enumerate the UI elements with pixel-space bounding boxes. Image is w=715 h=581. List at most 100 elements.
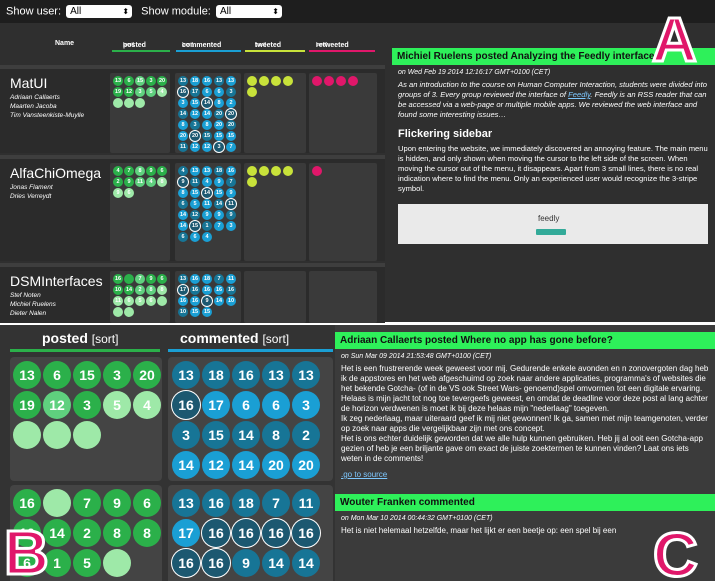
retweeted-dot[interactable] (336, 76, 346, 86)
zoom-commented-dot[interactable]: 9 (232, 549, 260, 577)
commented-dot[interactable]: 11 (226, 199, 236, 209)
tweeted-dot[interactable] (283, 76, 293, 86)
commented-dot[interactable]: 20 (214, 109, 224, 119)
commented-dot[interactable]: 16 (226, 166, 236, 176)
commented-dot[interactable]: 18 (214, 166, 224, 176)
zoom-posted-dot[interactable]: 9 (103, 489, 131, 517)
commented-dot[interactable]: 13 (190, 166, 200, 176)
commented-dot[interactable]: 4 (202, 177, 212, 187)
tweeted-dot[interactable] (283, 166, 293, 176)
tweeted-dot[interactable] (247, 177, 257, 187)
commented-dot[interactable]: 15 (190, 221, 200, 231)
commented-dot[interactable]: 16 (190, 285, 200, 295)
commented-dot[interactable]: 12 (190, 109, 200, 119)
commented-dot[interactable]: 15 (202, 307, 212, 317)
zoom-commented-dot[interactable]: 16 (232, 519, 260, 547)
commented-dot[interactable]: 16 (214, 285, 224, 295)
posted-dot[interactable]: 12 (124, 87, 134, 97)
commented-dot[interactable]: 18 (190, 76, 200, 86)
commented-dot[interactable]: 13 (214, 76, 224, 86)
zoom-posted-dot[interactable]: 3 (73, 391, 101, 419)
posted-dot[interactable] (113, 307, 123, 317)
posted-dot[interactable]: 11 (135, 177, 145, 187)
tweeted-dot[interactable] (259, 76, 269, 86)
zoom-posted-dot[interactable]: 15 (73, 361, 101, 389)
commented-dot[interactable]: 6 (214, 87, 224, 97)
zoom-posted-dot[interactable] (73, 421, 101, 449)
commented-dot[interactable]: 14 (202, 109, 212, 119)
commented-dot[interactable]: 8 (178, 188, 188, 198)
commented-dot[interactable]: 7 (226, 177, 236, 187)
posted-dot[interactable] (124, 98, 134, 108)
commented-dot[interactable]: 10 (226, 296, 236, 306)
posted-dot[interactable]: 4 (157, 87, 167, 97)
zoom-commented-dot[interactable]: 7 (262, 489, 290, 517)
zoom-posted-dot[interactable] (103, 549, 131, 577)
commented-dot[interactable]: 15 (214, 188, 224, 198)
tweeted-dot[interactable] (259, 166, 269, 176)
commented-dot[interactable]: 17 (178, 285, 188, 295)
post-c-title[interactable]: Adriaan Callaerts posted Where no app ha… (335, 332, 715, 349)
commented-dot[interactable]: 16 (178, 87, 188, 97)
sort-posted[interactable]: [sort] (123, 42, 134, 48)
member-name[interactable]: Jonas Flament (10, 183, 53, 192)
commented-dot[interactable]: 14 (178, 109, 188, 119)
zoom-commented-dot[interactable]: 14 (232, 421, 260, 449)
zoom-commented-dot[interactable]: 16 (172, 391, 200, 419)
zoom-commented-dot[interactable]: 14 (172, 451, 200, 479)
commented-dot[interactable]: 14 (178, 221, 188, 231)
commented-dot[interactable]: 9 (226, 210, 236, 220)
posted-dot[interactable]: 15 (135, 76, 145, 86)
zoom-commented-dot[interactable]: 14 (292, 549, 320, 577)
posted-dot[interactable]: 19 (113, 87, 123, 97)
commented-dot[interactable]: 14 (202, 98, 212, 108)
zoom-commented-dot[interactable]: 13 (172, 489, 200, 517)
commented-dot[interactable]: 12 (190, 210, 200, 220)
zoom-posted-dot[interactable]: 8 (103, 519, 131, 547)
commented-dot[interactable]: 13 (202, 166, 212, 176)
tweeted-dot[interactable] (271, 76, 281, 86)
commented-dot[interactable]: 8 (178, 120, 188, 130)
retweeted-dot[interactable] (312, 166, 322, 176)
zoom-commented-dot[interactable]: 2 (292, 421, 320, 449)
zoom-commented-dot[interactable]: 16 (232, 361, 260, 389)
member-name[interactable]: Maarten Jacoba (10, 102, 84, 111)
zoom-posted-dot[interactable]: 12 (43, 391, 71, 419)
tweeted-dot[interactable] (271, 166, 281, 176)
commented-dot[interactable]: 6 (178, 199, 188, 209)
posted-dot[interactable]: 8 (135, 166, 145, 176)
zoom-commented-dot[interactable]: 16 (202, 549, 230, 577)
commented-dot[interactable]: 15 (190, 307, 200, 317)
commented-dot[interactable]: 13 (178, 76, 188, 86)
posted-dot[interactable] (124, 274, 134, 284)
zoom-posted-dot[interactable]: 13 (13, 361, 41, 389)
posted-dot[interactable]: 2 (135, 285, 145, 295)
commented-dot[interactable]: 8 (202, 120, 212, 130)
commented-dot[interactable]: 14 (214, 296, 224, 306)
posted-dot[interactable]: 11 (113, 296, 123, 306)
tweeted-dot[interactable] (247, 166, 257, 176)
commented-dot[interactable]: 4 (178, 166, 188, 176)
posted-dot[interactable]: 6 (146, 296, 156, 306)
go-to-source-link[interactable]: .go to source (341, 470, 387, 479)
zoom-posted-header[interactable]: posted [sort] (42, 330, 118, 356)
posted-dot[interactable]: 8 (157, 177, 167, 187)
posted-dot[interactable]: 3 (135, 87, 145, 97)
commented-dot[interactable]: 4 (202, 232, 212, 242)
zoom-posted-dot[interactable]: 4 (133, 391, 161, 419)
zoom-commented-dot[interactable]: 16 (172, 549, 200, 577)
commented-dot[interactable]: 15 (190, 98, 200, 108)
commented-dot[interactable]: 1 (202, 221, 212, 231)
commented-dot[interactable]: 6 (190, 232, 200, 242)
commented-dot[interactable]: 7 (214, 274, 224, 284)
tweeted-dot[interactable] (247, 87, 257, 97)
posted-dot[interactable]: 6 (124, 296, 134, 306)
posted-dot[interactable]: 16 (113, 274, 123, 284)
feedly-link[interactable]: Feedly (568, 90, 590, 99)
commented-dot[interactable]: 9 (178, 177, 188, 187)
commented-dot[interactable]: 20 (214, 120, 224, 130)
commented-dot[interactable]: 15 (202, 131, 212, 141)
posted-dot[interactable]: 9 (146, 274, 156, 284)
commented-dot[interactable]: 3 (178, 98, 188, 108)
commented-dot[interactable]: 14 (202, 188, 212, 198)
